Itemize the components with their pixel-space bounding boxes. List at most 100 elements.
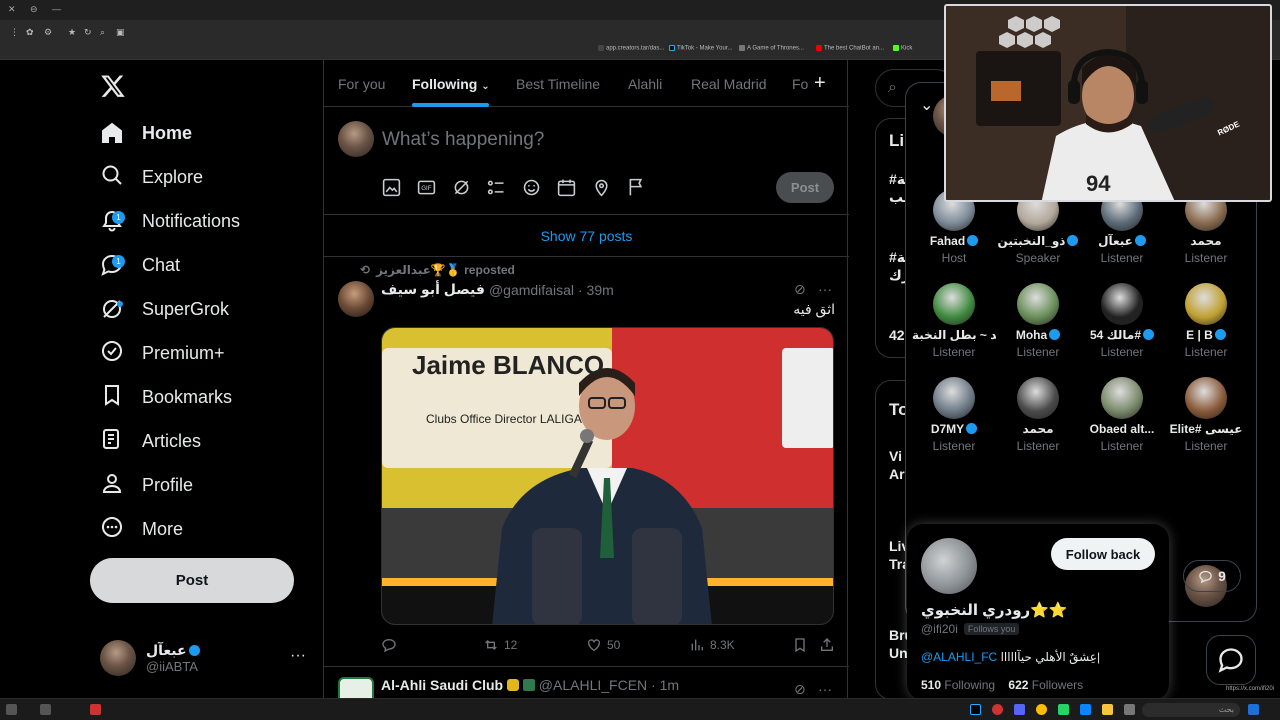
following-link[interactable]: 510 Following bbox=[921, 678, 995, 692]
nav-premium[interactable]: Premium+ bbox=[100, 335, 225, 371]
close-window-icon[interactable]: ✕ bbox=[8, 4, 16, 15]
tiktok-icon[interactable] bbox=[970, 704, 981, 715]
tweet-time[interactable]: · 39m bbox=[578, 282, 614, 298]
author-name[interactable]: فيصل أبو سيف bbox=[381, 281, 485, 298]
flag-icon[interactable] bbox=[626, 177, 647, 203]
app-icon[interactable] bbox=[1124, 704, 1135, 715]
author-handle[interactable]: @ALAHLI_FCEN bbox=[539, 677, 647, 693]
views-button[interactable]: 8.3K bbox=[689, 637, 735, 653]
schedule-icon[interactable] bbox=[556, 177, 577, 203]
tab-best-timeline[interactable]: Best Timeline bbox=[516, 76, 600, 92]
space-participant[interactable]: مهند ~ بطل النخبة Listener bbox=[912, 283, 996, 359]
author-name[interactable]: Al-Ahli Saudi Club bbox=[381, 677, 503, 693]
reply-button[interactable] bbox=[381, 637, 397, 653]
discord-icon[interactable] bbox=[1014, 704, 1025, 715]
profile-name[interactable]: رودري النخبوي⭐⭐ bbox=[921, 601, 1068, 619]
mic-icon[interactable] bbox=[90, 704, 101, 715]
tab-real-madrid[interactable]: Real Madrid bbox=[691, 76, 766, 92]
retweet-button[interactable]: 12 bbox=[483, 637, 517, 653]
space-participant[interactable]: Elite# عيسى Listener bbox=[1164, 377, 1248, 453]
grok-icon[interactable]: ⊘ bbox=[794, 681, 806, 698]
bookmark-1[interactable]: app.creators.tar/das... bbox=[598, 45, 664, 52]
space-participant[interactable]: Obaed alt... Listener bbox=[1080, 377, 1164, 453]
space-participant[interactable]: Moha Listener bbox=[996, 283, 1080, 359]
compose-post-button[interactable]: Post bbox=[776, 172, 834, 203]
emoji-icon[interactable] bbox=[521, 177, 542, 203]
more-icon[interactable]: ··· bbox=[818, 681, 832, 697]
trend-snippet[interactable]: Un bbox=[889, 645, 908, 661]
nav-home[interactable]: Home bbox=[100, 115, 192, 151]
minimize-window-icon[interactable]: — bbox=[52, 4, 61, 14]
nav-more[interactable]: More bbox=[100, 511, 183, 547]
tweet-image[interactable]: Jaime BLANCO Clubs Office Director LALIG… bbox=[381, 327, 834, 625]
nav-supergrok[interactable]: SuperGrok bbox=[100, 291, 229, 327]
compose-input[interactable]: What’s happening? bbox=[382, 129, 544, 151]
nav-chat[interactable]: 1 Chat bbox=[100, 247, 180, 283]
edge-icon[interactable] bbox=[1080, 704, 1091, 715]
chevron-down-icon[interactable]: ⌄ bbox=[920, 95, 933, 115]
space-replies-button[interactable]: 9 bbox=[1183, 560, 1241, 592]
post-button[interactable]: Post bbox=[90, 558, 294, 603]
bookmark-3[interactable]: A Game of Thrones... bbox=[739, 45, 804, 52]
display-icon[interactable] bbox=[40, 704, 51, 715]
followers-link[interactable]: 622 Followers bbox=[1008, 678, 1083, 692]
gif-icon[interactable]: GIF bbox=[416, 177, 437, 203]
whatsapp-icon[interactable] bbox=[1058, 704, 1069, 715]
space-participant[interactable]: D7MY Listener bbox=[912, 377, 996, 453]
menu-icon[interactable]: ⋮ bbox=[10, 27, 19, 38]
tab-icon[interactable]: ▣ bbox=[116, 27, 125, 38]
taskbar-search[interactable]: بحث bbox=[1142, 703, 1240, 717]
add-tab-icon[interactable]: + bbox=[814, 72, 826, 95]
restore-window-icon[interactable]: ⊖ bbox=[30, 4, 38, 15]
tab-for-you[interactable]: For you bbox=[338, 76, 385, 92]
trend-snippet[interactable]: Vi bbox=[889, 448, 902, 464]
folder-icon[interactable] bbox=[1102, 704, 1113, 715]
nav-explore[interactable]: Explore bbox=[100, 159, 203, 195]
grok-icon[interactable] bbox=[451, 177, 472, 203]
settings-icon[interactable]: ⚙ bbox=[44, 27, 52, 38]
nav-articles[interactable]: Articles bbox=[100, 423, 201, 459]
tab-following[interactable]: Following ⌄ bbox=[412, 76, 490, 92]
refresh-icon[interactable]: ↻ bbox=[84, 27, 92, 38]
grok-chat-button[interactable] bbox=[1206, 635, 1256, 685]
tab-more[interactable]: Fo bbox=[792, 76, 808, 92]
account-switcher[interactable]: عبعآل @iiABTA ··· bbox=[100, 639, 310, 677]
show-new-posts-button[interactable]: Show 77 posts bbox=[324, 215, 849, 257]
tab-alahli[interactable]: Alahli bbox=[628, 76, 662, 92]
media-icon[interactable] bbox=[381, 177, 402, 203]
tweet[interactable]: ⟲ عبدالعزيز🏆🥇 reposted فيصل أبو سيف @gam… bbox=[324, 257, 849, 667]
location-icon[interactable] bbox=[591, 177, 612, 203]
x-logo-icon[interactable] bbox=[100, 73, 126, 99]
avatar[interactable] bbox=[338, 281, 374, 317]
tweet-time[interactable]: · 1m bbox=[651, 677, 679, 693]
like-button[interactable]: 50 bbox=[586, 637, 620, 653]
space-participant[interactable]: محمد Listener bbox=[996, 377, 1080, 453]
trend-snippet[interactable]: Ar bbox=[889, 466, 905, 482]
author-handle[interactable]: @gamdifaisal bbox=[489, 282, 574, 298]
profile-handle[interactable]: @ifi20i bbox=[921, 622, 958, 636]
space-participant[interactable]: E | B Listener bbox=[1164, 283, 1248, 359]
avatar[interactable] bbox=[921, 538, 977, 594]
nav-notifications[interactable]: 1 Notifications bbox=[100, 203, 240, 239]
nav-bookmarks[interactable]: Bookmarks bbox=[100, 379, 232, 415]
wifi-icon[interactable] bbox=[6, 704, 17, 715]
star-icon[interactable]: ★ bbox=[68, 27, 76, 38]
extension-icon[interactable]: ✿ bbox=[26, 27, 34, 38]
bookmark-4[interactable]: The best ChatBot an... bbox=[816, 45, 884, 52]
nav-profile[interactable]: Profile bbox=[100, 467, 193, 503]
bookmark-5[interactable]: Kick bbox=[893, 45, 912, 52]
bio-mention-link[interactable]: @ALAHLI_FC bbox=[921, 650, 997, 664]
space-participant[interactable]: مالك 54# Listener bbox=[1080, 283, 1164, 359]
app-icon[interactable] bbox=[992, 704, 1003, 715]
bookmark-2[interactable]: TikTok - Make Your... bbox=[669, 45, 732, 52]
account-more-icon[interactable]: ··· bbox=[290, 647, 306, 665]
follow-back-button[interactable]: Follow back bbox=[1051, 538, 1155, 570]
more-icon[interactable]: ··· bbox=[818, 281, 832, 297]
bookmark-button[interactable] bbox=[792, 637, 808, 653]
search-icon[interactable]: ⌕ bbox=[100, 27, 105, 38]
chrome-icon[interactable] bbox=[1036, 704, 1047, 715]
share-button[interactable] bbox=[819, 637, 835, 653]
poll-icon[interactable] bbox=[486, 177, 507, 203]
grok-icon[interactable]: ⊘ bbox=[794, 281, 806, 298]
windows-start-icon[interactable] bbox=[1248, 704, 1259, 715]
